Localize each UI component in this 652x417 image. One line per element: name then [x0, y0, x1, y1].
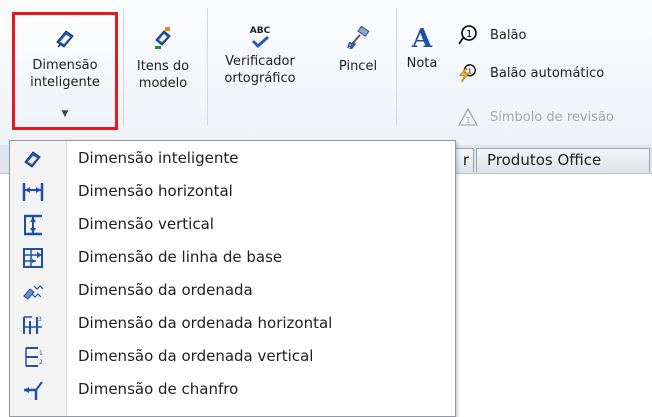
- smart-dimension-icon: [22, 148, 44, 170]
- revision-symbol-icon: 1: [458, 107, 478, 127]
- format-painter-icon: A: [326, 25, 390, 55]
- format-painter-button[interactable]: A Pincel: [326, 25, 390, 75]
- auto-balloon-icon: 1: [458, 63, 478, 83]
- ordinate-dimension-icon: [22, 280, 44, 302]
- spell-check-icon: ABC: [214, 26, 306, 50]
- svg-text:1: 1: [466, 116, 471, 125]
- group-separator: [207, 8, 208, 126]
- note-label: Nota: [406, 56, 438, 71]
- vertical-dimension-icon: [22, 214, 44, 236]
- spell-checker-button[interactable]: ABC Verificador ortográfico: [214, 26, 306, 87]
- tab-office-products-label: Produtos Office: [487, 151, 602, 169]
- smart-dimension-label: Dimensão inteligente: [30, 58, 100, 90]
- menu-item-chamfer-dimension[interactable]: Dimensão de chanfro: [10, 373, 455, 406]
- menu-item-baseline-dimension[interactable]: Dimensão de linha de base: [10, 241, 455, 274]
- menu-item-ordinate-dimension[interactable]: Dimensão da ordenada: [10, 274, 455, 307]
- smart-dimension-button[interactable]: Dimensão inteligente ▼: [12, 12, 118, 130]
- tab-partial-label: r: [462, 151, 469, 169]
- svg-text:1: 1: [39, 350, 43, 357]
- menu-item-label: Dimensão de chanfro: [78, 380, 239, 398]
- model-items-label: Itens do modelo: [136, 59, 190, 91]
- menu-item-label: Dimensão horizontal: [78, 182, 233, 200]
- menu-item-vertical-dimension[interactable]: Dimensão vertical: [10, 208, 455, 241]
- menu-item-label: Dimensão da ordenada horizontal: [78, 314, 333, 332]
- menu-item-vertical-ordinate[interactable]: 1 2 Dimensão da ordenada vertical: [10, 340, 455, 373]
- svg-text:1: 1: [466, 29, 472, 40]
- balloon-button[interactable]: 1 Balão: [458, 24, 526, 46]
- menu-item-horizontal-dimension[interactable]: Dimensão horizontal: [10, 175, 455, 208]
- revision-symbol-button[interactable]: 1 Símbolo de revisão: [458, 106, 614, 128]
- balloon-icon: 1: [458, 25, 478, 45]
- chamfer-dimension-icon: [22, 379, 44, 401]
- spell-check-icon-text: ABC: [249, 26, 271, 36]
- horizontal-dimension-icon: [22, 181, 44, 203]
- ribbon-toolbar: Dimensão inteligente ▼ Itens do modelo A…: [0, 0, 652, 146]
- auto-balloon-label: Balão automático: [490, 65, 605, 81]
- vertical-ordinate-icon: 1 2: [22, 346, 44, 368]
- smart-dimension-icon: [15, 27, 115, 54]
- smart-dimension-dropdown-menu: Dimensão inteligente Dimensão horizontal: [9, 140, 456, 417]
- revision-symbol-label: Símbolo de revisão: [490, 109, 614, 125]
- balloon-label: Balão: [490, 27, 527, 43]
- menu-item-smart-dimension[interactable]: Dimensão inteligente: [10, 142, 455, 175]
- chevron-down-icon[interactable]: ▼: [15, 106, 115, 123]
- model-items-button[interactable]: Itens do modelo: [122, 26, 204, 92]
- svg-text:2: 2: [39, 359, 43, 366]
- format-painter-label: Pincel: [338, 59, 378, 74]
- menu-item-horizontal-ordinate[interactable]: 3 Dimensão da ordenada horizontal: [10, 307, 455, 340]
- note-icon: A: [411, 24, 433, 54]
- menu-item-label: Dimensão da ordenada: [78, 281, 253, 299]
- tab-office-products[interactable]: Produtos Office: [476, 148, 650, 172]
- horizontal-ordinate-icon: 3: [22, 313, 44, 335]
- menu-item-label: Dimensão inteligente: [78, 149, 239, 167]
- menu-item-label: Dimensão de linha de base: [78, 248, 283, 266]
- svg-text:3: 3: [38, 316, 42, 323]
- menu-item-label: Dimensão vertical: [78, 215, 214, 233]
- note-button[interactable]: A Nota: [397, 26, 447, 72]
- baseline-dimension-icon: [22, 247, 44, 269]
- auto-balloon-button[interactable]: 1 Balão automático: [458, 62, 604, 84]
- menu-item-label: Dimensão da ordenada vertical: [78, 347, 314, 365]
- model-items-icon: [122, 26, 204, 55]
- spell-checker-label: Verificador ortográfico: [224, 54, 296, 86]
- svg-text:A: A: [347, 41, 354, 50]
